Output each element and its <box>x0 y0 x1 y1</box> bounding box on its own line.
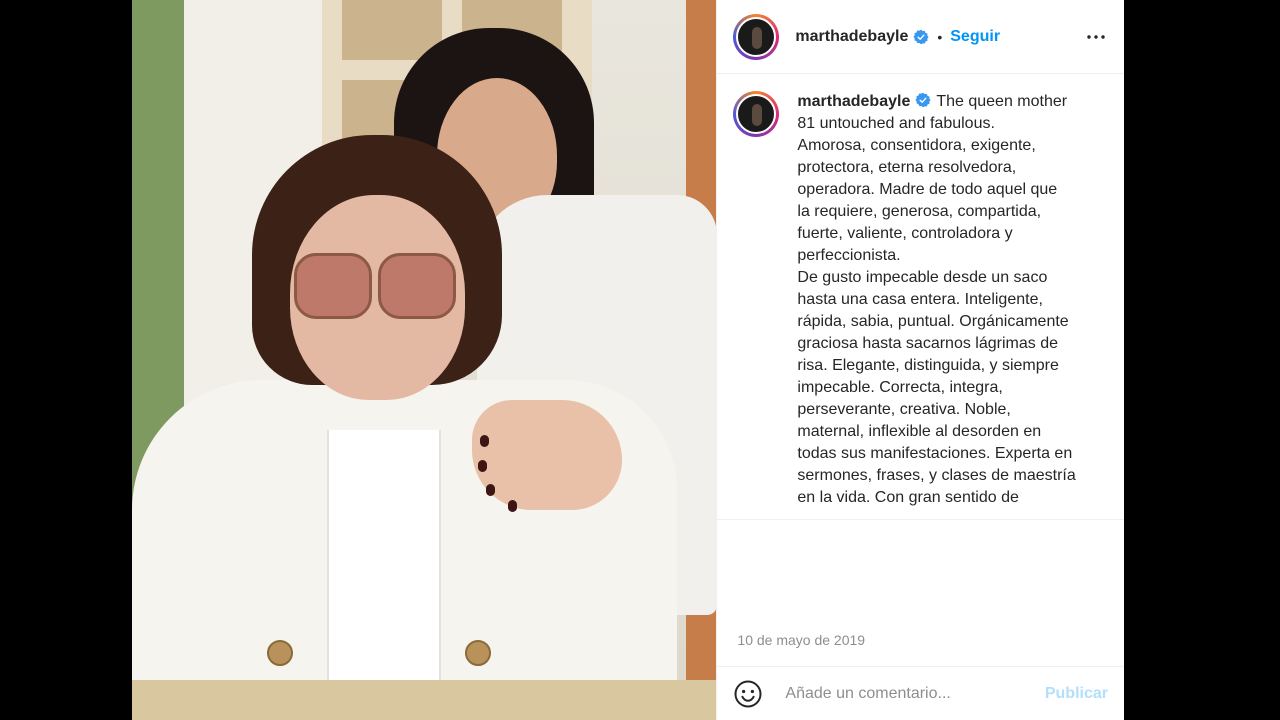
caption-text: The queen mother 81 untouched and fabulo… <box>797 93 1076 506</box>
username-link[interactable]: marthadebayle <box>795 28 908 46</box>
post-header: marthadebayle • Seguir <box>717 0 1124 74</box>
photo-sunglasses <box>294 253 456 319</box>
comment-input[interactable] <box>783 683 1045 704</box>
avatar-image <box>736 94 777 134</box>
photo-shirt <box>327 430 441 690</box>
instagram-post: marthadebayle • Seguir marthadebayle The … <box>132 0 1124 720</box>
caption-username[interactable]: marthadebayle <box>797 93 910 110</box>
post-date[interactable]: 10 de mayo de 2019 <box>737 632 865 648</box>
caption-avatar[interactable] <box>733 91 780 137</box>
avatar-image <box>736 16 777 57</box>
verified-badge-icon <box>915 92 931 108</box>
post-photo[interactable] <box>132 0 717 720</box>
post-sidebar: marthadebayle • Seguir marthadebayle The … <box>716 0 1124 720</box>
emoji-icon[interactable] <box>733 679 763 709</box>
photo-hand <box>472 400 622 512</box>
separator-dot: • <box>937 28 943 45</box>
section-divider <box>717 519 1124 520</box>
follow-button[interactable]: Seguir <box>950 28 1000 46</box>
publish-button[interactable]: Publicar <box>1045 685 1108 703</box>
comment-bar: Publicar <box>717 666 1124 720</box>
more-options-icon[interactable] <box>1084 25 1108 49</box>
profile-avatar[interactable] <box>733 13 780 60</box>
caption: marthadebayle The queen mother 81 untouch… <box>797 91 1108 506</box>
caption-area[interactable]: marthadebayle The queen mother 81 untouch… <box>717 75 1124 519</box>
photo-table <box>132 680 717 720</box>
verified-badge-icon <box>913 29 929 44</box>
